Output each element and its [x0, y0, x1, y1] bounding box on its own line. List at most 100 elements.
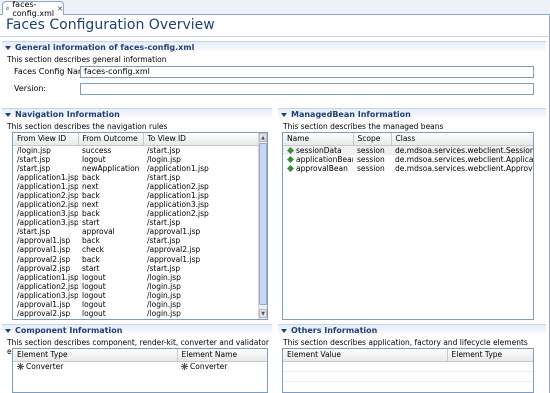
navigation-row[interactable]: /start.jsp newApplication/application1.js…: [13, 164, 259, 173]
managed-bean-section: ManagedBean Information This section des…: [278, 108, 546, 131]
page-title: Faces Configuration Overview: [6, 17, 215, 33]
navigation-cell: newApplication: [82, 163, 140, 173]
managed-bean-table[interactable]: Name Scope Class sessionData session de.mdso…: [282, 132, 534, 320]
navigation-cell: start: [82, 263, 100, 273]
navigation-cell: /application3.jsp: [147, 200, 209, 210]
close-icon[interactable]: ✕: [57, 5, 63, 13]
navigation-row[interactable]: /approval2.jsp logout/login.jsp: [13, 309, 259, 318]
managed-bean-row[interactable]: sessionData session de.mdsoa.services.webc…: [283, 145, 533, 155]
navigation-row[interactable]: /approval2.jsp back/approval1.jsp: [13, 255, 259, 264]
scroll-thumb[interactable]: [259, 143, 267, 305]
navigation-cell: /application2.jsp: [147, 181, 209, 191]
managed-bean-cell: applicationBean: [283, 155, 353, 164]
navigation-cell: /application3.jsp: [17, 218, 78, 228]
collapse-icon[interactable]: [280, 327, 288, 335]
navigation-cell: /application3.jsp: [17, 290, 78, 300]
navigation-cell: /application1.jsp: [17, 272, 78, 282]
navigation-row[interactable]: /start.jsp logout/login.jsp: [13, 155, 259, 164]
collapse-icon[interactable]: [4, 111, 12, 119]
navigation-row[interactable]: /application1.jsp logout/login.jsp: [13, 273, 259, 282]
managed-bean-column-header[interactable]: Scope: [353, 133, 392, 146]
scroll-up-icon[interactable]: ▲: [259, 133, 267, 142]
version-input[interactable]: [80, 83, 534, 95]
navigation-row[interactable]: /start.jsp approval/approval1.jsp: [13, 227, 259, 236]
navigation-row[interactable]: /application3.jsp start/start.jsp: [13, 218, 259, 227]
navigation-cell: /login.jsp: [147, 290, 181, 300]
navigation-column-header[interactable]: From View ID: [13, 133, 79, 146]
navigation-row[interactable]: /application1.jsp next/application2.jsp: [13, 182, 259, 191]
managed-bean-row[interactable]: applicationBean session de.mdsoa.services.…: [283, 155, 533, 164]
navigation-cell: /start.jsp: [17, 227, 51, 237]
navigation-row[interactable]: /approval1.jsp back/start.jsp: [13, 236, 259, 245]
navigation-cell: /login.jsp: [147, 281, 181, 291]
tab-faces-config[interactable]: faces-config.xml ✕: [2, 0, 64, 18]
navigation-row[interactable]: /application3.jsp logout/login.jsp: [13, 291, 259, 300]
config-name-input[interactable]: faces-config.xml: [80, 66, 534, 78]
navigation-row[interactable]: /application1.jsp back/start.jsp: [13, 173, 259, 182]
navigation-cell: back: [82, 254, 100, 264]
navigation-cell: /login.jsp: [147, 300, 181, 310]
scroll-down-icon[interactable]: ▼: [259, 309, 267, 318]
managed-bean-cell: de.mdsoa.services.webclient.Applicatio..…: [395, 154, 533, 164]
bean-icon: [287, 155, 294, 163]
general-section: General information of faces-config.xml …: [2, 41, 546, 64]
navigation-cell: /start.jsp: [17, 154, 51, 164]
navigation-cell: check: [82, 245, 104, 255]
managed-bean-section-header[interactable]: ManagedBean Information: [278, 108, 546, 120]
navigation-cell: logout: [82, 290, 106, 300]
navigation-cell: /application1.jsp: [147, 163, 209, 173]
general-section-title: General information of faces-config.xml: [15, 43, 195, 52]
converter-icon: [17, 362, 24, 370]
navigation-cell: next: [82, 200, 99, 210]
navigation-cell: /approval1.jsp: [147, 227, 201, 237]
managed-bean-column-header[interactable]: Class: [391, 133, 533, 146]
managed-bean-row[interactable]: approvalBean session de.mdsoa.services.web…: [283, 164, 533, 173]
navigation-row[interactable]: /application2.jsp back/application1.jsp: [13, 191, 259, 200]
navigation-table[interactable]: From View ID From Outcome To View ID /logi…: [12, 132, 268, 320]
navigation-column-header[interactable]: To View ID: [143, 133, 260, 146]
empty-row: [283, 371, 447, 382]
collapse-icon[interactable]: [280, 111, 288, 119]
component-section-header[interactable]: Component Information: [2, 324, 272, 336]
others-table[interactable]: Element Value Element Type: [282, 348, 534, 393]
others-section-header[interactable]: Others Information: [278, 324, 546, 336]
general-section-header[interactable]: General information of faces-config.xml: [2, 41, 546, 53]
collapse-icon[interactable]: [4, 327, 12, 335]
empty-row: [447, 371, 533, 382]
others-column-header[interactable]: Element Type: [447, 349, 533, 362]
navigation-cell: start: [82, 218, 100, 228]
navigation-cell: back: [82, 236, 100, 246]
navigation-row[interactable]: /approval2.jsp start/start.jsp: [13, 264, 259, 273]
navigation-cell: /login.jsp: [147, 154, 181, 164]
navigation-cell: /start.jsp: [147, 218, 181, 228]
navigation-row[interactable]: /application3.jsp back/application2.jsp: [13, 209, 259, 218]
component-section-title: Component Information: [15, 326, 123, 335]
navigation-section-header[interactable]: Navigation Information: [2, 108, 272, 120]
managed-bean-section-title: ManagedBean Information: [291, 110, 411, 119]
managed-bean-column-header[interactable]: Name: [283, 133, 354, 146]
others-column-header[interactable]: Element Value: [283, 349, 448, 362]
navigation-cell: /approval2.jsp: [147, 245, 201, 255]
converter-icon: [181, 362, 188, 370]
navigation-cell: /approval1.jsp: [17, 300, 71, 310]
managed-bean-cell: sessionData: [283, 145, 353, 155]
navigation-row[interactable]: /approval1.jsp check/approval2.jsp: [13, 245, 259, 254]
navigation-row[interactable]: /application2.jsp next/application3.jsp: [13, 200, 259, 209]
component-row[interactable]: Converter Converter: [13, 361, 267, 371]
navigation-cell: logout: [82, 281, 106, 291]
navigation-row[interactable]: /application2.jsp logout/login.jsp: [13, 282, 259, 291]
navigation-row[interactable]: /login.jsp success/start.jsp: [13, 145, 259, 155]
component-column-header[interactable]: Element Type: [13, 349, 178, 362]
navigation-cell: logout: [82, 300, 106, 310]
navigation-scrollbar[interactable]: ▲ ▼: [258, 133, 267, 319]
collapse-icon[interactable]: [4, 44, 12, 52]
component-column-header[interactable]: Element Name: [177, 349, 267, 362]
editor-tab-bar: faces-config.xml ✕: [0, 0, 550, 18]
navigation-column-header[interactable]: From Outcome: [78, 133, 144, 146]
navigation-section-description: This section describes the navigation ru…: [7, 122, 168, 131]
navigation-row[interactable]: /approval1.jsp logout/login.jsp: [13, 300, 259, 309]
navigation-cell: /application2.jsp: [17, 281, 78, 291]
component-table[interactable]: Element Type Element Name Converter Conver…: [12, 348, 268, 393]
navigation-cell: /application1.jsp: [147, 190, 209, 200]
navigation-cell: /start.jsp: [147, 263, 181, 273]
